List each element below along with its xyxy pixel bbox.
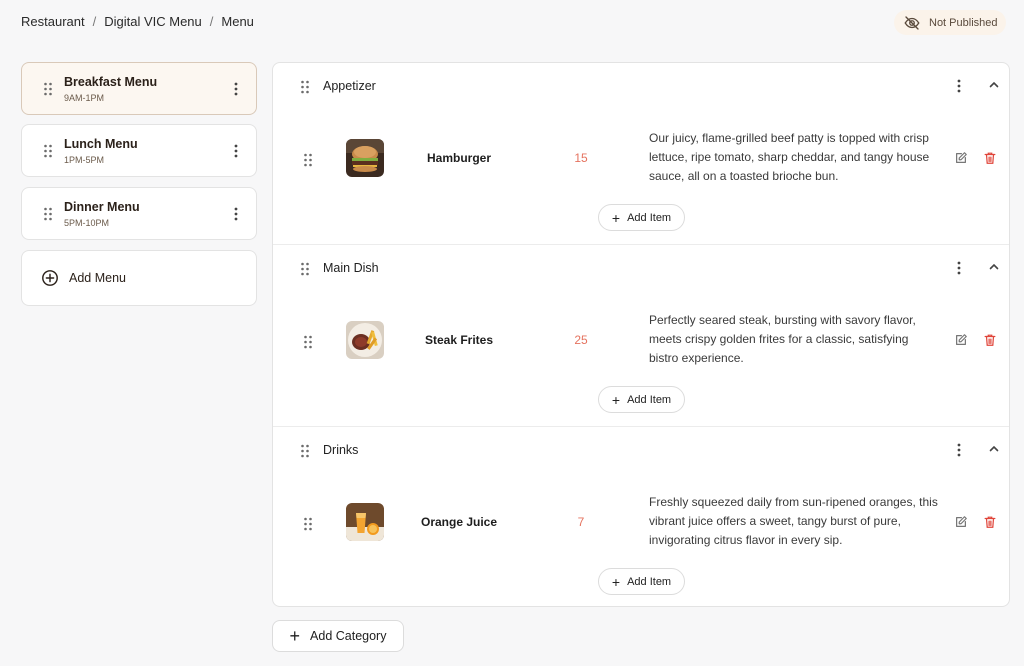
add-item-label: Add Item <box>627 393 672 406</box>
more-options-icon[interactable] <box>951 78 967 94</box>
breadcrumb-item-digital-vic-menu[interactable]: Digital VIC Menu <box>104 14 202 29</box>
add-category-button[interactable]: + Add Category <box>272 620 404 652</box>
drag-handle-icon[interactable] <box>43 82 53 96</box>
add-item-button[interactable]: + Add Item <box>598 204 685 231</box>
plus-circle-icon <box>42 270 58 286</box>
chevron-up-icon[interactable] <box>987 260 1001 274</box>
menu-item-row: Hamburger 15 Our juicy, flame-grilled be… <box>273 123 1009 193</box>
category-main-dish: Main Dish Steak Frites 25 Perfectly sear… <box>273 245 1009 426</box>
hamburger-photo <box>346 139 384 177</box>
add-menu-button[interactable]: Add Menu <box>21 250 257 306</box>
trash-icon[interactable] <box>983 515 997 529</box>
plus-icon: + <box>289 626 301 646</box>
item-description: Our juicy, flame-grilled beef patty is t… <box>649 131 930 183</box>
more-options-icon[interactable] <box>951 442 967 458</box>
status-badge[interactable]: Not Published <box>894 10 1006 35</box>
breadcrumb-item-restaurant[interactable]: Restaurant <box>21 14 85 29</box>
item-name: Hamburger <box>426 151 491 165</box>
category-name: Drinks <box>323 443 359 457</box>
item-description: Freshly squeezed daily from sun-ripened … <box>649 495 938 547</box>
category-header: Main Dish <box>273 245 1009 291</box>
breadcrumb-separator: / <box>209 14 214 29</box>
breadcrumb-separator: / <box>92 14 97 29</box>
menu-item-row: Steak Frites 25 Perfectly seared steak, … <box>273 305 1009 375</box>
drag-handle-icon[interactable] <box>303 517 313 531</box>
menu-name: Lunch Menu <box>64 136 138 151</box>
menu-card-lunch[interactable]: Lunch Menu 1PM-5PM <box>21 124 257 177</box>
eye-off-icon <box>904 15 920 30</box>
menu-name: Dinner Menu <box>64 199 140 214</box>
menu-hours: 1PM-5PM <box>64 154 105 165</box>
category-drinks: Drinks Orange Juice 7 Freshly squeezed d… <box>273 427 1009 606</box>
add-category-label: Add Category <box>310 629 387 643</box>
more-options-icon[interactable] <box>228 143 244 159</box>
menu-name: Breakfast Menu <box>64 74 158 89</box>
chevron-up-icon[interactable] <box>987 442 1001 456</box>
categories-panel: Appetizer Hamburger 15 Our juicy, flame-… <box>272 62 1010 607</box>
item-name: Steak Frites <box>424 333 494 347</box>
breadcrumb-item-menu: Menu <box>221 14 254 29</box>
edit-icon[interactable] <box>954 333 968 347</box>
plus-icon: + <box>611 209 621 226</box>
drag-handle-icon[interactable] <box>43 207 53 221</box>
add-item-label: Add Item <box>627 575 672 588</box>
drag-handle-icon[interactable] <box>300 262 310 276</box>
category-header: Appetizer <box>273 63 1009 109</box>
item-name: Orange Juice <box>420 515 498 529</box>
item-price: 25 <box>574 333 588 347</box>
more-options-icon[interactable] <box>951 260 967 276</box>
steak-frites-photo <box>346 321 384 359</box>
add-item-button[interactable]: + Add Item <box>598 568 685 595</box>
more-options-icon[interactable] <box>228 206 244 222</box>
category-appetizer: Appetizer Hamburger 15 Our juicy, flame-… <box>273 63 1009 244</box>
more-options-icon[interactable] <box>228 81 244 97</box>
status-label: Not Published <box>929 16 998 29</box>
orange-juice-photo <box>346 503 384 541</box>
drag-handle-icon[interactable] <box>43 144 53 158</box>
menu-hours: 5PM-10PM <box>64 217 110 228</box>
edit-icon[interactable] <box>954 515 968 529</box>
chevron-up-icon[interactable] <box>987 78 1001 92</box>
menu-card-dinner[interactable]: Dinner Menu 5PM-10PM <box>21 187 257 240</box>
add-item-label: Add Item <box>627 211 672 224</box>
edit-icon[interactable] <box>954 151 968 165</box>
drag-handle-icon[interactable] <box>303 153 313 167</box>
menu-card-breakfast[interactable]: Breakfast Menu 9AM-1PM <box>21 62 257 115</box>
plus-icon: + <box>611 391 621 408</box>
drag-handle-icon[interactable] <box>300 80 310 94</box>
plus-icon: + <box>611 573 621 590</box>
trash-icon[interactable] <box>983 333 997 347</box>
breadcrumb: Restaurant / Digital VIC Menu / Menu <box>21 14 254 29</box>
item-price: 15 <box>574 151 588 165</box>
trash-icon[interactable] <box>983 151 997 165</box>
menu-hours: 9AM-1PM <box>64 92 105 103</box>
category-name: Appetizer <box>323 79 376 93</box>
add-item-button[interactable]: + Add Item <box>598 386 685 413</box>
menu-item-row: Orange Juice 7 Freshly squeezed daily fr… <box>273 487 1009 557</box>
add-menu-label: Add Menu <box>69 271 126 285</box>
category-header: Drinks <box>273 427 1009 473</box>
item-description: Perfectly seared steak, bursting with sa… <box>649 313 916 365</box>
item-price: 7 <box>577 515 585 529</box>
drag-handle-icon[interactable] <box>303 335 313 349</box>
category-name: Main Dish <box>323 261 379 275</box>
drag-handle-icon[interactable] <box>300 444 310 458</box>
